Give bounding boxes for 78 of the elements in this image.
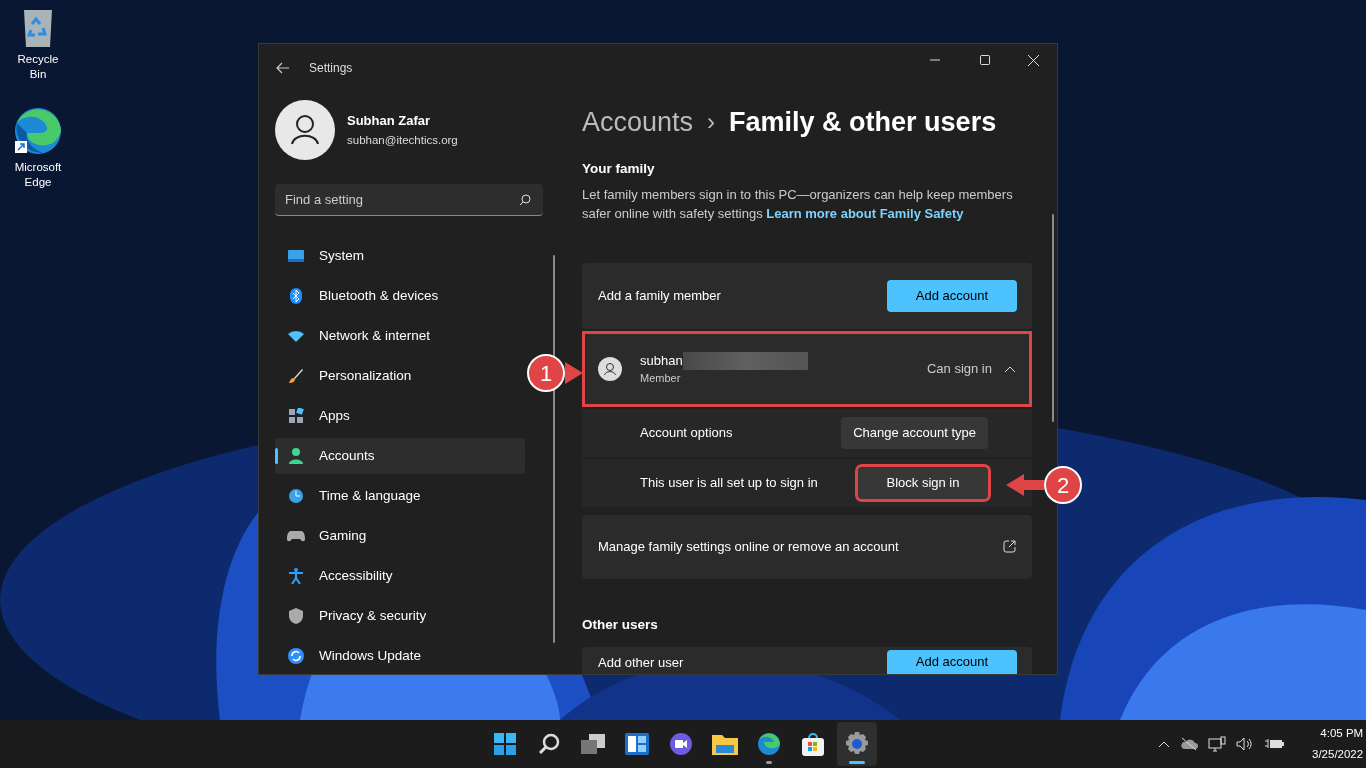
battery-icon[interactable]	[1264, 737, 1284, 751]
user-name: Subhan Zafar	[347, 111, 432, 130]
nav-icon	[288, 648, 304, 664]
search-icon	[519, 194, 531, 206]
avatar-icon	[275, 100, 335, 160]
volume-icon[interactable]	[1236, 736, 1254, 752]
nav-item[interactable]: Bluetooth & devices	[275, 278, 525, 314]
nav-icon	[288, 368, 304, 384]
learn-more-link[interactable]: Learn more about Family Safety	[766, 205, 964, 221]
nav-icon	[288, 408, 304, 424]
close-icon[interactable]	[1028, 55, 1039, 66]
nav-item[interactable]: Windows Update	[275, 638, 525, 674]
desktop-icon-label[interactable]: Recycle Bin	[8, 52, 68, 82]
nav-icon	[288, 250, 304, 262]
search-field[interactable]: Find a setting	[275, 184, 543, 216]
chevron-icon[interactable]	[1004, 364, 1016, 373]
user-avatar-icon	[598, 356, 622, 381]
arrow-icon	[565, 361, 583, 385]
settings-card[interactable]: Manage family settings online or remove an account	[582, 514, 1032, 579]
store-icon	[802, 732, 824, 756]
cloud-icon[interactable]	[1180, 737, 1198, 751]
maximize-icon[interactable]	[980, 55, 990, 65]
member-name: subhan	[640, 351, 683, 370]
clock-time[interactable]: 4:05 PM	[1320, 725, 1364, 743]
member-row[interactable]: subhan Member Can sign in	[582, 330, 1032, 407]
settings-icon	[845, 732, 869, 756]
taskbar-button[interactable]	[837, 722, 877, 766]
nav-icon	[288, 330, 304, 342]
widgets-icon	[625, 733, 649, 755]
option-button[interactable]: Block sign in	[858, 466, 988, 499]
setting-label: Add other user	[598, 653, 685, 672]
nav-item[interactable]: System	[275, 238, 525, 274]
add-account-button[interactable]: Add account	[887, 650, 1017, 674]
section-heading: Other users	[582, 615, 659, 634]
start-icon	[494, 733, 516, 755]
option-button[interactable]: Change account type	[841, 416, 988, 449]
nav-icon	[290, 288, 302, 304]
option-label: Account options	[640, 424, 734, 442]
nav-icon	[288, 488, 304, 504]
nav-item[interactable]: Accounts	[275, 438, 525, 474]
sign-in-status: Can sign in	[926, 360, 992, 378]
setting-label: Manage family settings online or remove an account	[598, 538, 900, 556]
nav-item[interactable]: Privacy & security	[275, 598, 525, 634]
member-role: Member	[640, 371, 682, 387]
desktop-icon-label[interactable]: Microsoft Edge	[8, 160, 68, 190]
window-title: Settings	[309, 60, 353, 77]
external-link-icon	[1003, 540, 1016, 554]
caret-icon[interactable]	[1158, 740, 1170, 748]
section-description: Let family members sign in to this PC—organizers can help keep members safer online with safety settings Learn more about Family Safety	[582, 185, 1014, 223]
network-icon[interactable]	[1208, 736, 1226, 752]
nav-icon	[289, 608, 303, 624]
section-heading: Your family	[582, 159, 656, 178]
search-icon	[538, 733, 560, 755]
nav-item[interactable]: Personalization	[275, 358, 525, 394]
back-icon[interactable]	[276, 62, 290, 74]
recycle-bin-icon	[21, 8, 55, 48]
nav-icon	[289, 448, 303, 464]
chat-icon	[669, 732, 693, 756]
nav-item[interactable]: Gaming	[275, 518, 525, 554]
option-label: This user is all set up to sign in	[640, 474, 819, 492]
edge-icon	[757, 732, 781, 756]
nav-item[interactable]: Apps	[275, 398, 525, 434]
nav-item[interactable]: Accessibility	[275, 558, 525, 594]
folder-icon	[712, 733, 738, 755]
nav-item[interactable]: Time & language	[275, 478, 525, 514]
setting-label: Add a family member	[598, 287, 722, 305]
arrow-icon	[1006, 473, 1044, 497]
task-view-icon	[581, 734, 605, 754]
edge-icon	[13, 106, 63, 156]
page-title: Family & other users	[729, 106, 997, 139]
nav-item[interactable]: Network & internet	[275, 318, 525, 354]
breadcrumb-link[interactable]: Accounts	[582, 102, 694, 143]
clock-date[interactable]: 3/25/2022	[1312, 745, 1364, 763]
nav-icon	[287, 530, 305, 542]
user-email: subhan@itechtics.org	[347, 133, 458, 149]
breadcrumb-separator: ›	[707, 107, 716, 138]
add-account-button[interactable]: Add account	[887, 279, 1017, 312]
nav-icon	[289, 568, 303, 584]
